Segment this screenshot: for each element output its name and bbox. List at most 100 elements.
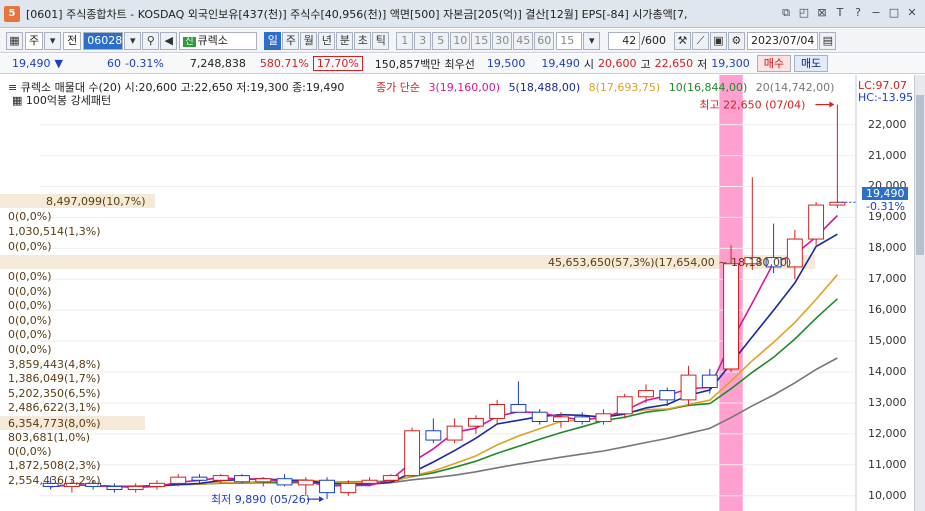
app-icon: 5 [4, 5, 20, 22]
search-icon[interactable]: ⚲ [142, 31, 160, 50]
period-tab-month[interactable]: 월 [300, 31, 318, 50]
volume-profile-label: 0(0,0%) [8, 285, 52, 298]
minute-input[interactable]: 15 [556, 31, 583, 50]
period-tab-tick[interactable]: 틱 [372, 31, 390, 50]
calendar-icon[interactable]: ▤ [819, 31, 837, 50]
period-tab-week[interactable]: 주 [282, 31, 300, 50]
candle-body [297, 479, 314, 486]
quote-bar: 19,490 ▼ 60 -0.31% 7,248,838 580.71% 17.… [0, 54, 925, 74]
interval-5[interactable]: 5 [432, 31, 450, 50]
vertical-scrollbar[interactable] [914, 75, 925, 511]
save-icon[interactable]: ▣ [709, 31, 727, 50]
stock-code-input[interactable]: 060280 [83, 31, 129, 50]
volume-profile-label: 5,202,350(6,5%) [8, 387, 101, 400]
font-icon[interactable]: T [833, 6, 847, 20]
help-icon[interactable]: ? [851, 6, 865, 20]
trade-amount: 150,857백만 [374, 57, 441, 71]
interval-45[interactable]: 45 [513, 31, 534, 50]
settings-icon[interactable]: ⚙ [727, 31, 745, 50]
interval-10[interactable]: 10 [450, 31, 471, 50]
candle-body [127, 485, 144, 491]
candle-body [701, 374, 718, 388]
minute-dropdown-icon[interactable]: ▾ [583, 31, 601, 50]
link-icon[interactable]: ⧉ [779, 6, 793, 20]
candle-body [680, 374, 697, 401]
candle-body [404, 430, 421, 477]
maximize-icon[interactable]: □ [887, 6, 901, 20]
interval-1[interactable]: 1 [396, 31, 414, 50]
candle-body [595, 413, 612, 423]
shin-badge: 신 [183, 36, 196, 47]
buy-button[interactable]: 매수 [756, 55, 792, 72]
period-tab-day[interactable]: 일 [264, 31, 282, 50]
price-change-pct: -0.31% [124, 57, 164, 70]
interval-3[interactable]: 3 [414, 31, 432, 50]
pattern-label: 100억봉 강세패턴 [25, 94, 112, 107]
chart-area[interactable]: 최고 22,650 (07/04) 최저 9,890 (05/26) [0, 75, 925, 511]
period-tabs: 일 주 월 년 분 초 틱 [263, 31, 390, 50]
candle-body [382, 475, 399, 481]
volume-ratio: 580.71% [259, 57, 309, 70]
line-draw-icon[interactable]: ⟋ [691, 31, 709, 50]
volume-profile-label: 0(0,0%) [8, 210, 52, 223]
period-tab-second[interactable]: 초 [354, 31, 372, 50]
interval-30[interactable]: 30 [492, 31, 513, 50]
candle-body [191, 476, 208, 481]
period-tab-year[interactable]: 년 [318, 31, 336, 50]
title-bar: 5 [0601] 주식종합차트 - KOSDAQ 외국인보유[437(천)] 주… [0, 0, 925, 28]
volume-profile-label: 8,497,099(10,7%) [46, 195, 146, 208]
window-title: [0601] 주식종합차트 - KOSDAQ 외국인보유[437(천)] 주식수… [26, 7, 688, 21]
speaker-icon[interactable]: ◀ [160, 31, 178, 50]
high-annotation: 최고 22,650 (07/04) [699, 99, 805, 112]
candlestick-chart[interactable]: 최고 22,650 (07/04) 최저 9,890 (05/26) [0, 75, 925, 511]
price-axis-tick: 21,000 [868, 148, 907, 162]
pattern-icon: ▦ [12, 94, 23, 107]
sell-button[interactable]: 매도 [794, 55, 829, 72]
candle-body [319, 479, 335, 494]
candle-body [553, 416, 569, 423]
high-label: 고 [640, 57, 651, 71]
volume-profile-label: 0(0,0%) [8, 328, 52, 341]
interval-15[interactable]: 15 [471, 31, 492, 50]
price-axis-tick: 10,000 [868, 488, 907, 502]
period-tab-minute[interactable]: 분 [336, 31, 354, 50]
candle-body [446, 425, 463, 441]
lock-icon[interactable]: ⊠ [815, 6, 829, 20]
candle-body [170, 476, 187, 484]
ma-3-label: 3(19,160,00) [428, 81, 501, 94]
interval-buttons: 1 3 5 10 15 30 45 60 [395, 31, 555, 50]
chevron-down-icon[interactable]: ▾ [44, 31, 62, 50]
price-change: 60 [106, 57, 121, 70]
volume-profile-label: 2,486,622(3,1%) [8, 401, 101, 414]
hc-label: HC:-13.95 [858, 91, 914, 104]
candle-body [510, 404, 527, 413]
interval-60[interactable]: 60 [534, 31, 555, 50]
minimize-icon[interactable]: − [869, 6, 883, 20]
candle-body [616, 396, 633, 415]
ma-title: 종가 단순 [376, 81, 420, 94]
current-price-pct: -0.31% [866, 200, 905, 213]
type-select[interactable]: 주 [25, 31, 44, 50]
jeon-select[interactable]: 전 [63, 31, 82, 50]
candle-body [361, 479, 378, 484]
code-dropdown-icon[interactable]: ▾ [124, 31, 142, 50]
candle-body [212, 475, 229, 481]
stock-name-field[interactable]: 신 큐렉소 [179, 31, 258, 50]
restore-icon[interactable]: ◰ [797, 6, 811, 20]
volume-profile-label: 0(0,0%) [8, 445, 52, 458]
volume-profile-label: 803,681(1,0%) [8, 431, 91, 444]
low-annotation: 최저 9,890 (05/26) [211, 493, 310, 506]
price-axis-tick: 13,000 [868, 395, 907, 409]
pattern-legend: ▦ 100억봉 강세패턴 [12, 92, 111, 108]
ma-8-label: 8(17,693,75) [588, 81, 661, 94]
low-arrow-head [319, 496, 325, 503]
volume-profile-label: 45,653,650(57,3%)(17,654,00 ~ 18,180,00) [548, 256, 792, 269]
date-input[interactable]: 2023/07/04 [746, 31, 819, 50]
close-icon[interactable]: ✕ [905, 6, 919, 20]
scroll-thumb[interactable] [916, 95, 924, 255]
candle-body [531, 411, 548, 423]
best-ask-label: 최우선 [444, 57, 475, 71]
count-input[interactable]: 42 [608, 31, 641, 50]
grid-icon[interactable]: ▦ [6, 31, 23, 50]
indicator-icon[interactable]: ⚒ [673, 31, 691, 50]
